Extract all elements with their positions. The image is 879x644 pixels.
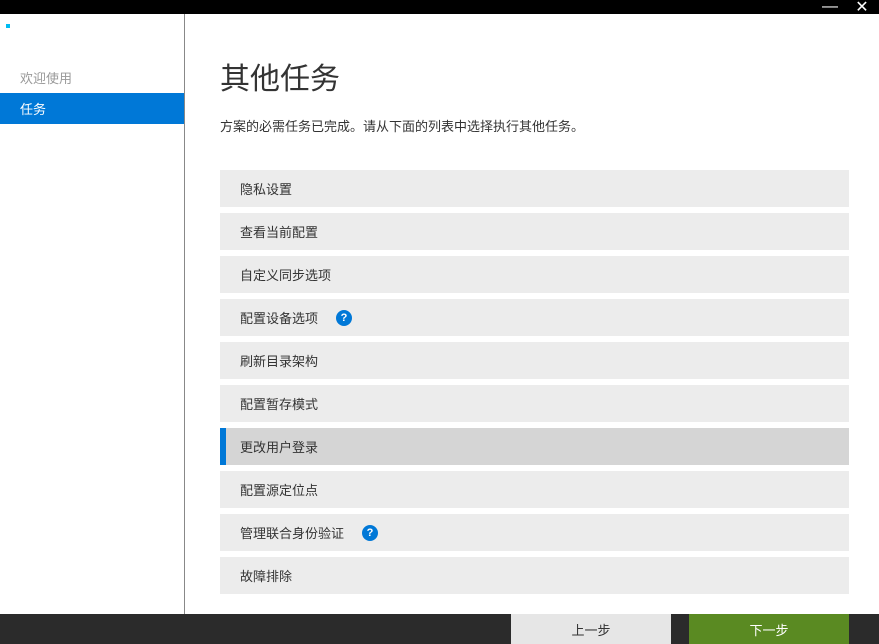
task-label: 查看当前配置 (240, 222, 318, 241)
task-label: 配置暂存模式 (240, 394, 318, 413)
task-refresh-directory-schema[interactable]: 刷新目录架构 (220, 342, 849, 379)
close-button[interactable]: ✕ (855, 0, 869, 14)
task-label: 自定义同步选项 (240, 265, 331, 284)
task-troubleshoot[interactable]: 故障排除 (220, 557, 849, 594)
task-label: 管理联合身份验证 (240, 523, 344, 542)
main-panel: 其他任务 方案的必需任务已完成。请从下面的列表中选择执行其他任务。 隐私设置 查… (185, 14, 879, 614)
page-title: 其他任务 (220, 54, 849, 98)
titlebar-controls: — ✕ (823, 0, 869, 14)
task-configure-device-options[interactable]: 配置设备选项 ? (220, 299, 849, 336)
help-icon[interactable]: ? (362, 525, 378, 541)
help-icon[interactable]: ? (336, 310, 352, 326)
task-label: 更改用户登录 (240, 437, 318, 456)
sidebar-item-label: 任务 (20, 102, 46, 117)
task-label: 隐私设置 (240, 179, 292, 198)
minimize-button[interactable]: — (823, 0, 837, 14)
window: — ✕ 欢迎使用 任务 其他任务 方案的必需任务已完成。请从下面的列表中选择执行… (0, 0, 879, 619)
sidebar: 欢迎使用 任务 (0, 14, 185, 614)
content-area: 欢迎使用 任务 其他任务 方案的必需任务已完成。请从下面的列表中选择执行其他任务… (0, 14, 879, 614)
task-configure-staging-mode[interactable]: 配置暂存模式 (220, 385, 849, 422)
task-privacy-settings[interactable]: 隐私设置 (220, 170, 849, 207)
task-manage-federation[interactable]: 管理联合身份验证 ? (220, 514, 849, 551)
sidebar-item-label: 欢迎使用 (20, 71, 72, 86)
titlebar: — ✕ (0, 0, 879, 14)
task-configure-source-anchor[interactable]: 配置源定位点 (220, 471, 849, 508)
sidebar-item-welcome[interactable]: 欢迎使用 (0, 62, 184, 93)
sidebar-item-tasks[interactable]: 任务 (0, 93, 184, 124)
task-label: 配置源定位点 (240, 480, 318, 499)
task-label: 配置设备选项 (240, 308, 318, 327)
task-label: 刷新目录架构 (240, 351, 318, 370)
task-list: 隐私设置 查看当前配置 自定义同步选项 配置设备选项 ? 刷新目录架构 配置暂存… (220, 170, 849, 594)
task-view-current-config[interactable]: 查看当前配置 (220, 213, 849, 250)
task-customize-sync-options[interactable]: 自定义同步选项 (220, 256, 849, 293)
page-description: 方案的必需任务已完成。请从下面的列表中选择执行其他任务。 (220, 116, 849, 135)
task-change-user-signin[interactable]: 更改用户登录 (220, 428, 849, 465)
titlebar-accent (6, 24, 10, 28)
task-label: 故障排除 (240, 566, 292, 585)
